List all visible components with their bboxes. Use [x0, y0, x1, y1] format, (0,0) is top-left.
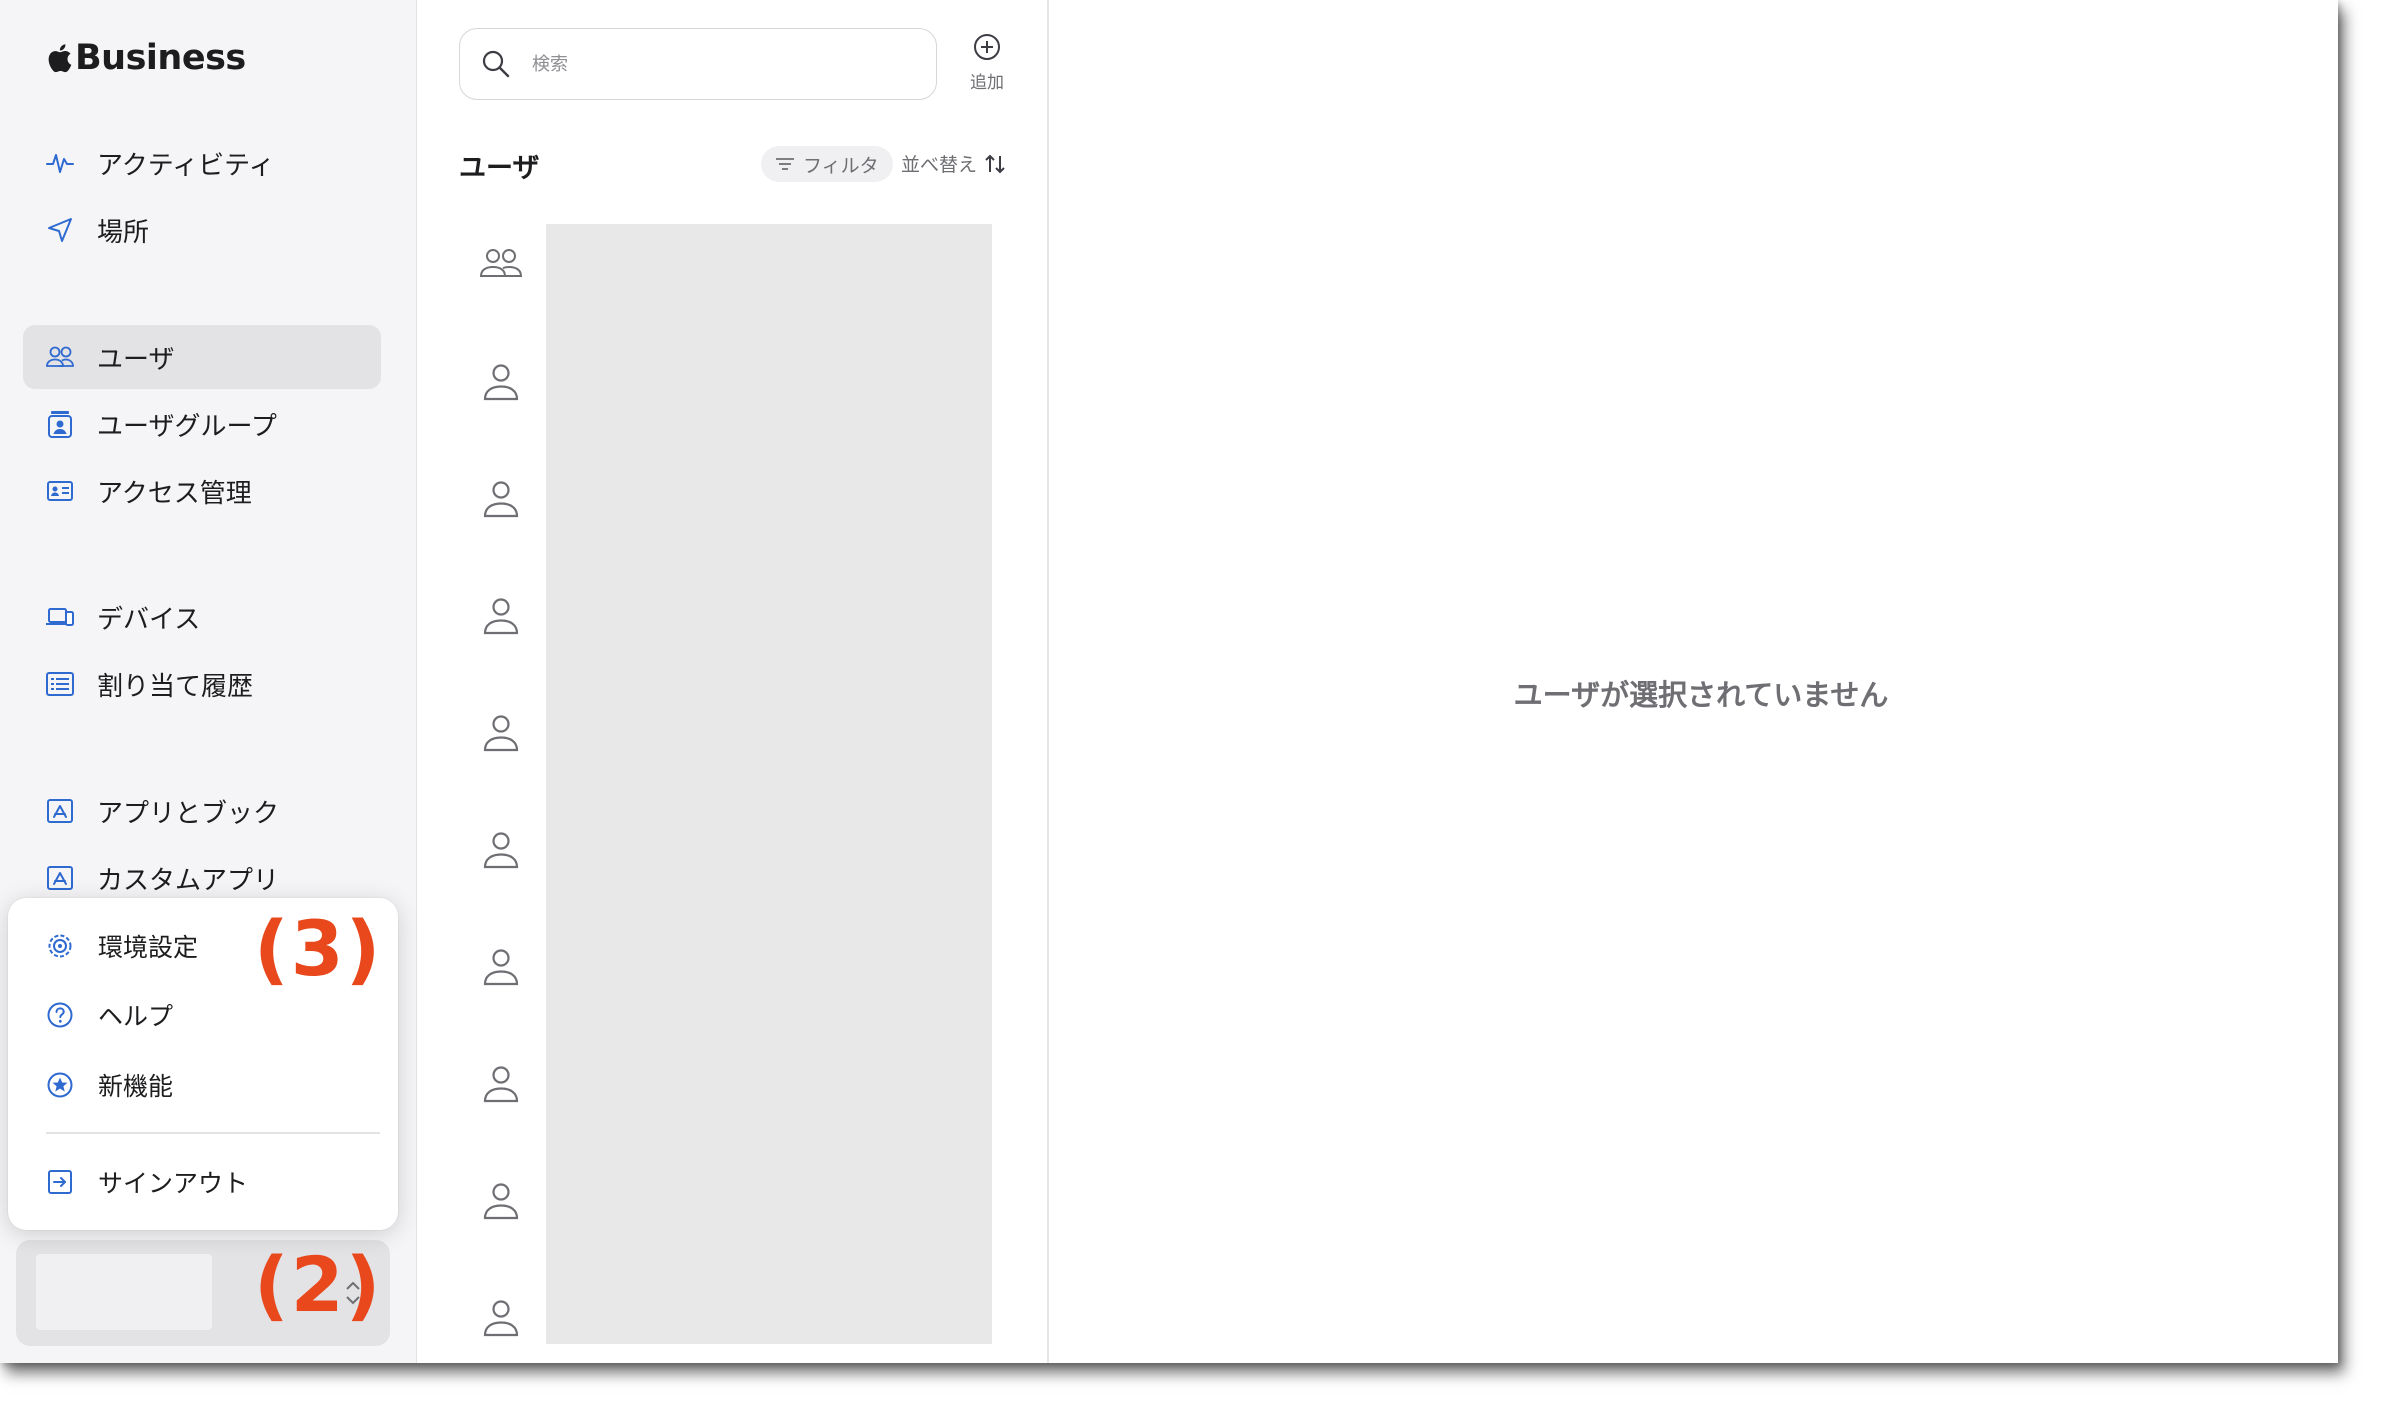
help-icon	[47, 1002, 73, 1028]
user-group-icon	[48, 411, 72, 438]
sidebar-item-label: ユーザ	[97, 344, 175, 375]
person-icon[interactable]	[479, 947, 523, 987]
sidebar-item-label: アクティビティ	[97, 150, 275, 181]
annotation-label-3: (3)	[254, 904, 383, 993]
sidebar-item-user-groups[interactable]: ユーザグループ	[23, 392, 381, 456]
sidebar-item-devices[interactable]: デバイス	[23, 585, 381, 649]
app-brand: Business	[46, 38, 246, 78]
user-list-pane: 追加 ユーザ フィルタ 並べ替え	[417, 0, 1049, 1363]
sidebar-item-access-management[interactable]: アクセス管理	[23, 459, 381, 523]
sort-button[interactable]: 並べ替え	[901, 150, 1007, 177]
search-field[interactable]	[459, 28, 937, 100]
filter-button[interactable]: フィルタ	[761, 146, 893, 182]
menu-item-sign-out[interactable]: サインアウト	[8, 1152, 398, 1212]
account-name-redacted	[36, 1254, 212, 1330]
filter-icon	[776, 158, 794, 170]
devices-icon	[46, 608, 74, 626]
menu-divider	[46, 1132, 380, 1134]
redacted-user-names	[546, 224, 992, 1344]
location-arrow-icon	[48, 218, 72, 242]
sidebar-item-label: 割り当て履歴	[97, 671, 254, 702]
sidebar-item-label: デバイス	[97, 604, 201, 635]
person-icon[interactable]	[479, 713, 523, 753]
id-card-icon	[47, 481, 73, 501]
sidebar-item-users[interactable]: ユーザ	[23, 325, 381, 389]
add-button-label: 追加	[970, 73, 1004, 93]
apple-logo-icon	[48, 44, 72, 73]
add-button[interactable]: 追加	[954, 32, 1020, 102]
person-icon[interactable]	[479, 596, 523, 636]
sidebar-item-label: アプリとブック	[97, 798, 280, 829]
group-icon[interactable]	[479, 244, 523, 284]
brand-name: Business	[75, 38, 246, 78]
sidebar-item-label: カスタムアプリ	[97, 865, 280, 896]
sidebar-item-location[interactable]: 場所	[23, 198, 381, 262]
sidebar-item-assignment-history[interactable]: 割り当て履歴	[23, 652, 381, 716]
person-icon[interactable]	[479, 1181, 523, 1221]
menu-item-help[interactable]: ヘルプ	[8, 985, 398, 1045]
person-icon[interactable]	[479, 1064, 523, 1104]
sidebar-item-apps-and-books[interactable]: アプリとブック	[23, 779, 381, 843]
sidebar-item-label: ユーザグループ	[97, 411, 277, 442]
list-icon	[46, 672, 74, 696]
person-icon[interactable]	[479, 362, 523, 402]
sidebar-item-label: アクセス管理	[97, 478, 252, 509]
plus-circle-icon	[974, 34, 1000, 60]
menu-item-whats-new[interactable]: 新機能	[8, 1055, 398, 1115]
person-icon[interactable]	[479, 830, 523, 870]
app-store-icon	[47, 866, 73, 890]
person-icon[interactable]	[479, 479, 523, 519]
search-input[interactable]	[530, 52, 914, 76]
sidebar-item-label: 場所	[97, 217, 150, 248]
app-store-icon	[47, 799, 73, 823]
empty-state-message: ユーザが選択されていません	[1513, 678, 1889, 712]
app-window: Business アクティビティ 場所 ユーザ ユーザグループ アクセス管理 デ…	[0, 0, 2338, 1363]
list-title: ユーザ	[459, 153, 540, 184]
menu-item-label: サインアウト	[98, 1169, 249, 1198]
menu-item-label: 新機能	[98, 1072, 174, 1101]
person-icon[interactable]	[479, 1298, 523, 1338]
users-icon	[46, 346, 74, 367]
search-icon	[482, 50, 510, 78]
gear-icon	[48, 934, 72, 958]
sort-label: 並べ替え	[901, 154, 978, 176]
menu-item-label: 環境設定	[98, 933, 199, 962]
star-icon	[47, 1072, 73, 1098]
sort-arrows-icon	[985, 154, 1005, 173]
activity-icon	[46, 154, 74, 173]
annotation-label-2: (2)	[254, 1240, 383, 1329]
sign-out-icon	[48, 1170, 72, 1194]
detail-pane: ユーザが選択されていません	[1049, 0, 2338, 1363]
sidebar-item-activity[interactable]: アクティビティ	[23, 131, 381, 195]
menu-item-label: ヘルプ	[98, 1002, 174, 1031]
filter-label: フィルタ	[803, 154, 879, 177]
